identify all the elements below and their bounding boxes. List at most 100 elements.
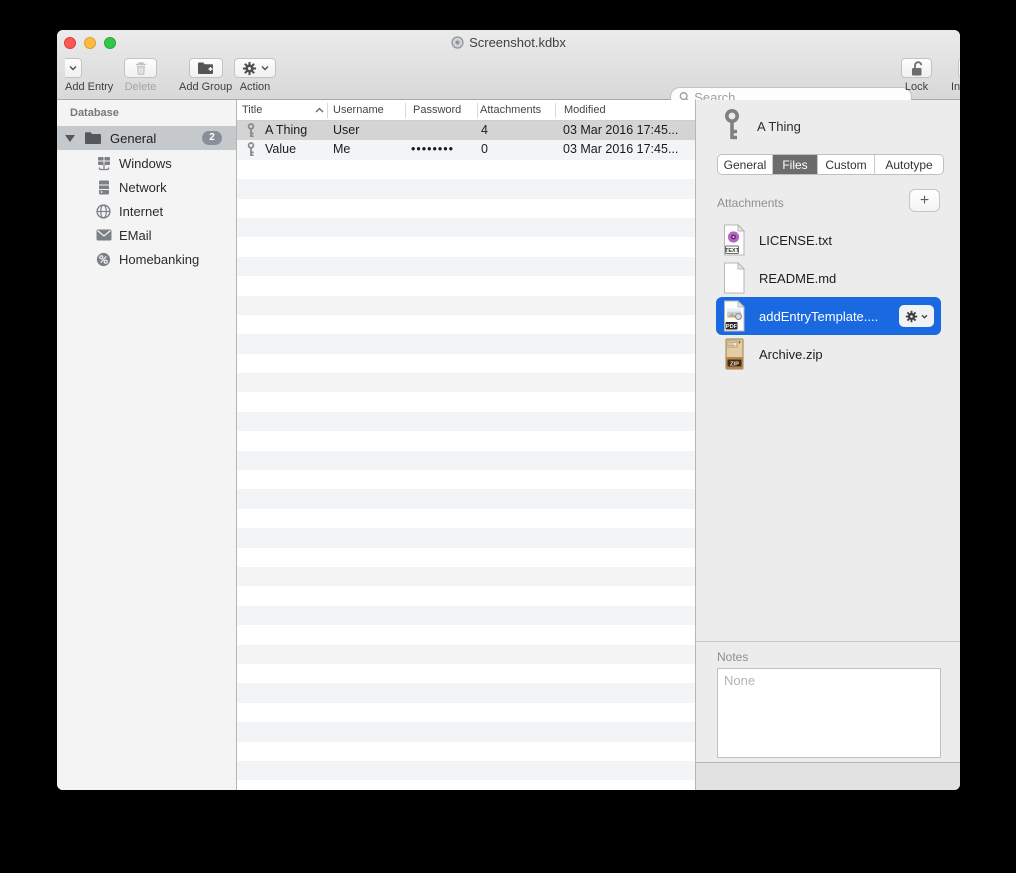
tab-custom[interactable]: Custom <box>818 155 875 174</box>
attachment-row[interactable]: README.md <box>716 259 941 297</box>
table-row-empty <box>237 392 695 411</box>
table-row[interactable]: A Thing User 4 03 Mar 2016 17:45... <box>237 121 695 140</box>
sidebar-item-internet[interactable]: Internet <box>57 199 236 223</box>
table-row-empty <box>237 431 695 450</box>
add-group-toolbar-item: Add Group <box>179 58 232 93</box>
table-row-empty <box>237 722 695 741</box>
table-row-empty <box>237 683 695 702</box>
column-header-modified[interactable]: Modified <box>564 104 606 116</box>
delete-button[interactable] <box>124 58 157 78</box>
column-header-password[interactable]: Password <box>413 104 461 116</box>
action-label: Action <box>234 81 276 93</box>
tab-general[interactable]: General <box>718 155 773 174</box>
table-row-empty <box>237 548 695 567</box>
window-chrome: Screenshot.kdbx Add Entry Delete <box>57 30 960 100</box>
table-row-empty <box>237 218 695 237</box>
tab-autotype[interactable]: Autotype <box>875 155 943 174</box>
notes-textarea[interactable] <box>717 668 941 758</box>
key-icon <box>246 142 256 160</box>
column-header-title[interactable]: Title <box>242 104 262 116</box>
table-row-empty <box>237 761 695 780</box>
add-entry-toolbar-item: Add Entry <box>65 58 113 93</box>
add-group-button[interactable] <box>189 58 223 78</box>
cell-attachments: 0 <box>481 140 488 159</box>
attachment-name: addEntryTemplate.... <box>759 309 878 324</box>
entry-count-badge: 2 <box>202 131 222 145</box>
table-row-empty <box>237 742 695 761</box>
cell-username: Me <box>333 140 350 159</box>
table-row-empty <box>237 470 695 489</box>
window-title-bar: Screenshot.kdbx <box>57 35 960 52</box>
cell-modified: 03 Mar 2016 17:45... <box>563 121 678 140</box>
add-attachment-button[interactable]: + <box>909 189 940 212</box>
md-file-icon <box>721 262 749 294</box>
table-row-empty <box>237 296 695 315</box>
column-header-username[interactable]: Username <box>333 104 384 116</box>
entry-key-icon <box>722 109 742 144</box>
gear-icon <box>905 310 918 323</box>
table-row-empty <box>237 606 695 625</box>
sidebar-item-label: Windows <box>119 156 172 171</box>
table-row-empty <box>237 489 695 508</box>
svg-text:TEXT: TEXT <box>725 248 739 254</box>
table-row-empty <box>237 567 695 586</box>
sort-ascending-icon <box>315 104 324 116</box>
txt-file-icon: TEXT <box>721 224 749 256</box>
attachment-row[interactable]: ZIP Archive.zip <box>716 335 941 373</box>
lock-button[interactable] <box>901 58 932 78</box>
table-row-empty <box>237 315 695 334</box>
entry-table-header: Title Username Password Attachments Modi… <box>237 100 695 121</box>
inspector-entry-title: A Thing <box>757 119 801 134</box>
add-entry-button[interactable] <box>65 58 113 78</box>
cell-modified: 03 Mar 2016 17:45... <box>563 140 678 159</box>
sidebar-item-label: Network <box>119 180 167 195</box>
sidebar-item-email[interactable]: EMail <box>57 223 236 247</box>
table-row-empty <box>237 257 695 276</box>
attachment-name: README.md <box>759 271 836 286</box>
entry-table: Title Username Password Attachments Modi… <box>237 100 695 790</box>
lock-label: Lock <box>901 81 932 93</box>
action-button[interactable] <box>234 58 276 78</box>
cell-attachments: 4 <box>481 121 488 140</box>
column-header-attachments[interactable]: Attachments <box>480 104 541 116</box>
attachment-name: LICENSE.txt <box>759 233 832 248</box>
delete-toolbar-item: Delete <box>124 58 157 93</box>
table-row[interactable]: Value Me •••••••• 0 03 Mar 2016 17:45... <box>237 140 695 159</box>
add-entry-dropdown-arrow-icon[interactable] <box>65 58 82 78</box>
divider <box>696 641 960 642</box>
notes-header: Notes <box>717 650 748 664</box>
table-row-empty <box>237 645 695 664</box>
attachments-header: Attachments <box>717 196 784 210</box>
table-row-empty <box>237 625 695 644</box>
tab-files[interactable]: Files <box>773 155 818 174</box>
inspector-tabs: General Files Custom Autotype <box>717 154 944 175</box>
sidebar-item-windows[interactable]: Windows <box>57 151 236 175</box>
table-row-empty <box>237 703 695 722</box>
svg-text:PDF: PDF <box>726 324 738 330</box>
attachment-row-selected[interactable]: PDF addEntryTemplate.... <box>716 297 941 335</box>
table-row-empty <box>237 179 695 198</box>
inspector-toolbar-item: i Inspector <box>951 58 960 93</box>
svg-text:ZIP: ZIP <box>730 361 739 367</box>
zip-file-icon: ZIP <box>721 338 749 370</box>
sidebar-item-general[interactable]: General 2 <box>57 126 236 150</box>
table-row-empty <box>237 780 695 790</box>
sidebar-item-homebanking[interactable]: Homebanking <box>57 247 236 271</box>
table-row-empty <box>237 199 695 218</box>
attachment-list: TEXT LICENSE.txt README.md PDF addEntryT… <box>716 221 941 373</box>
lock-toolbar-item: Lock <box>901 58 932 93</box>
inspector-panel: A Thing General Files Custom Autotype At… <box>695 100 960 790</box>
attachment-row[interactable]: TEXT LICENSE.txt <box>716 221 941 259</box>
disclosure-triangle-icon[interactable] <box>65 135 75 142</box>
pdf-file-icon: PDF <box>721 300 749 332</box>
inspector-button[interactable]: i <box>958 58 960 78</box>
table-row-empty <box>237 354 695 373</box>
table-row-empty <box>237 412 695 431</box>
attachment-action-button[interactable] <box>899 305 934 327</box>
unlock-icon <box>910 61 924 76</box>
table-row-empty <box>237 451 695 470</box>
sidebar-item-label: EMail <box>119 228 152 243</box>
main-content: Database General 2 Windows Network Inter… <box>57 100 960 790</box>
document-proxy-icon[interactable] <box>451 36 464 52</box>
sidebar-item-network[interactable]: Network <box>57 175 236 199</box>
